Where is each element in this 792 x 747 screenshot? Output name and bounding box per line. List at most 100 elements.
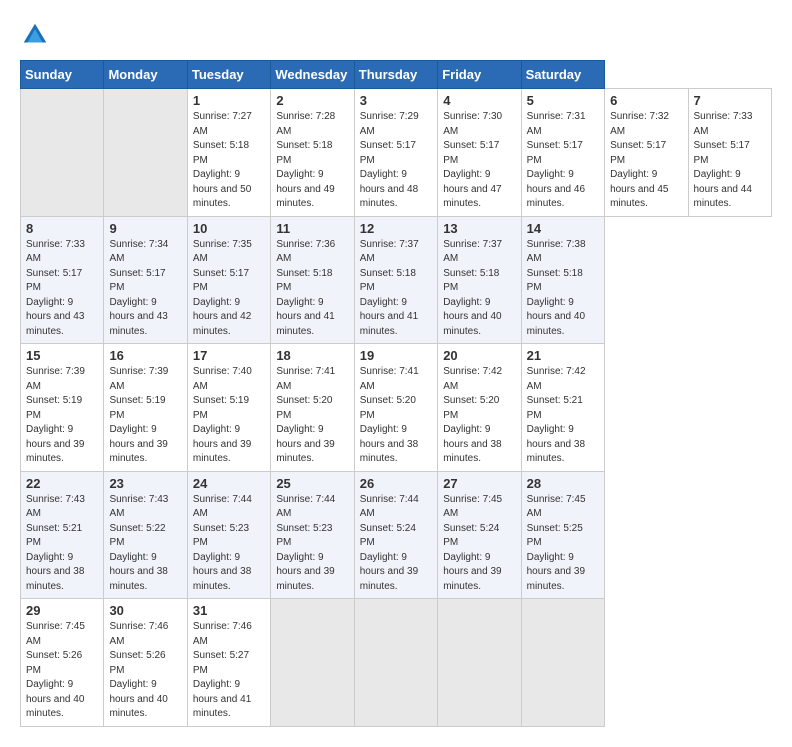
day-info: Sunrise: 7:33 AMSunset: 5:17 PMDaylight:… [694,110,767,212]
day-info: Sunrise: 7:43 AMSunset: 5:21 PMDaylight:… [26,493,98,595]
day-number: 19 [360,348,432,363]
day-number: 27 [443,476,515,491]
day-info: Sunrise: 7:44 AMSunset: 5:24 PMDaylight:… [360,493,432,595]
calendar-cell: 31Sunrise: 7:46 AMSunset: 5:27 PMDayligh… [187,599,270,727]
day-number: 21 [527,348,599,363]
calendar-cell: 27 Sunrise: 7:45 AMSunset: 5:24 PMDayligh… [438,471,521,599]
calendar-cell [521,599,604,727]
day-number: 18 [276,348,348,363]
day-info: Sunrise: 7:42 AMSunset: 5:20 PMDaylight:… [443,365,515,467]
calendar-cell: 30 Sunrise: 7:46 AMSunset: 5:26 PMDayligh… [104,599,187,727]
day-number: 24 [193,476,265,491]
dow-header-friday: Friday [438,61,521,89]
day-number: 1 [193,93,265,108]
calendar-cell: 16 Sunrise: 7:39 AMSunset: 5:19 PMDayligh… [104,344,187,472]
day-number: 10 [193,221,265,236]
day-number: 15 [26,348,98,363]
day-number: 23 [109,476,181,491]
day-number: 3 [360,93,432,108]
calendar-cell: 13 Sunrise: 7:37 AMSunset: 5:18 PMDayligh… [438,216,521,344]
day-number: 7 [694,93,767,108]
calendar-cell: 17 Sunrise: 7:40 AMSunset: 5:19 PMDayligh… [187,344,270,472]
day-info: Sunrise: 7:45 AMSunset: 5:24 PMDaylight:… [443,493,515,595]
day-number: 2 [276,93,348,108]
day-number: 12 [360,221,432,236]
day-number: 30 [109,603,181,618]
calendar-cell: 28 Sunrise: 7:45 AMSunset: 5:25 PMDayligh… [521,471,604,599]
calendar-cell: 21 Sunrise: 7:42 AMSunset: 5:21 PMDayligh… [521,344,604,472]
calendar-cell [21,89,104,217]
day-info: Sunrise: 7:35 AMSunset: 5:17 PMDaylight:… [193,238,265,340]
calendar-cell: 7 Sunrise: 7:33 AMSunset: 5:17 PMDaylight… [688,89,772,217]
day-info: Sunrise: 7:46 AMSunset: 5:26 PMDaylight:… [109,620,181,722]
day-info: Sunrise: 7:44 AMSunset: 5:23 PMDaylight:… [193,493,265,595]
logo [20,20,54,50]
day-info: Sunrise: 7:28 AMSunset: 5:18 PMDaylight:… [276,110,348,212]
day-info: Sunrise: 7:39 AMSunset: 5:19 PMDaylight:… [26,365,98,467]
calendar-cell: 11 Sunrise: 7:36 AMSunset: 5:18 PMDayligh… [271,216,354,344]
dow-header-sunday: Sunday [21,61,104,89]
day-info: Sunrise: 7:41 AMSunset: 5:20 PMDaylight:… [360,365,432,467]
day-number: 6 [610,93,682,108]
dow-header-thursday: Thursday [354,61,437,89]
day-number: 13 [443,221,515,236]
day-info: Sunrise: 7:38 AMSunset: 5:18 PMDaylight:… [527,238,599,340]
day-number: 20 [443,348,515,363]
day-info: Sunrise: 7:27 AMSunset: 5:18 PMDaylight:… [193,110,265,212]
day-info: Sunrise: 7:42 AMSunset: 5:21 PMDaylight:… [527,365,599,467]
calendar-cell [438,599,521,727]
day-number: 8 [26,221,98,236]
day-info: Sunrise: 7:36 AMSunset: 5:18 PMDaylight:… [276,238,348,340]
day-info: Sunrise: 7:32 AMSunset: 5:17 PMDaylight:… [610,110,682,212]
day-info: Sunrise: 7:34 AMSunset: 5:17 PMDaylight:… [109,238,181,340]
calendar-cell: 18 Sunrise: 7:41 AMSunset: 5:20 PMDayligh… [271,344,354,472]
day-info: Sunrise: 7:45 AMSunset: 5:26 PMDaylight:… [26,620,98,722]
dow-header-saturday: Saturday [521,61,604,89]
day-info: Sunrise: 7:43 AMSunset: 5:22 PMDaylight:… [109,493,181,595]
day-info: Sunrise: 7:31 AMSunset: 5:17 PMDaylight:… [527,110,599,212]
day-number: 16 [109,348,181,363]
calendar-cell: 5 Sunrise: 7:31 AMSunset: 5:17 PMDaylight… [521,89,604,217]
day-info: Sunrise: 7:40 AMSunset: 5:19 PMDaylight:… [193,365,265,467]
calendar-cell [354,599,437,727]
calendar-cell: 4 Sunrise: 7:30 AMSunset: 5:17 PMDaylight… [438,89,521,217]
day-number: 5 [527,93,599,108]
day-info: Sunrise: 7:30 AMSunset: 5:17 PMDaylight:… [443,110,515,212]
day-info: Sunrise: 7:39 AMSunset: 5:19 PMDaylight:… [109,365,181,467]
calendar-cell: 1 Sunrise: 7:27 AMSunset: 5:18 PMDaylight… [187,89,270,217]
day-info: Sunrise: 7:33 AMSunset: 5:17 PMDaylight:… [26,238,98,340]
day-number: 29 [26,603,98,618]
day-info: Sunrise: 7:46 AMSunset: 5:27 PMDaylight:… [193,620,265,722]
day-number: 22 [26,476,98,491]
calendar-cell: 9 Sunrise: 7:34 AMSunset: 5:17 PMDaylight… [104,216,187,344]
day-info: Sunrise: 7:29 AMSunset: 5:17 PMDaylight:… [360,110,432,212]
day-number: 26 [360,476,432,491]
calendar-cell: 25Sunrise: 7:44 AMSunset: 5:23 PMDayligh… [271,471,354,599]
calendar-cell: 22 Sunrise: 7:43 AMSunset: 5:21 PMDayligh… [21,471,104,599]
calendar-cell: 3 Sunrise: 7:29 AMSunset: 5:17 PMDaylight… [354,89,437,217]
day-info: Sunrise: 7:37 AMSunset: 5:18 PMDaylight:… [443,238,515,340]
calendar-cell: 10 Sunrise: 7:35 AMSunset: 5:17 PMDayligh… [187,216,270,344]
calendar-cell: 2 Sunrise: 7:28 AMSunset: 5:18 PMDaylight… [271,89,354,217]
calendar-cell: 15 Sunrise: 7:39 AMSunset: 5:19 PMDayligh… [21,344,104,472]
day-number: 9 [109,221,181,236]
dow-header-tuesday: Tuesday [187,61,270,89]
day-number: 25 [276,476,348,491]
calendar-cell: 20 Sunrise: 7:42 AMSunset: 5:20 PMDayligh… [438,344,521,472]
day-number: 17 [193,348,265,363]
calendar-cell: 26 Sunrise: 7:44 AMSunset: 5:24 PMDayligh… [354,471,437,599]
calendar-cell: 23 Sunrise: 7:43 AMSunset: 5:22 PMDayligh… [104,471,187,599]
day-number: 11 [276,221,348,236]
calendar-cell: 29 Sunrise: 7:45 AMSunset: 5:26 PMDayligh… [21,599,104,727]
day-info: Sunrise: 7:41 AMSunset: 5:20 PMDaylight:… [276,365,348,467]
dow-header-wednesday: Wednesday [271,61,354,89]
day-number: 14 [527,221,599,236]
day-number: 4 [443,93,515,108]
calendar-cell: 24 Sunrise: 7:44 AMSunset: 5:23 PMDayligh… [187,471,270,599]
calendar-cell: 14 Sunrise: 7:38 AMSunset: 5:18 PMDayligh… [521,216,604,344]
header [20,20,772,50]
day-number: 28 [527,476,599,491]
calendar-table: SundayMondayTuesdayWednesdayThursdayFrid… [20,60,772,727]
day-info: Sunrise: 7:45 AMSunset: 5:25 PMDaylight:… [527,493,599,595]
calendar-cell [104,89,187,217]
